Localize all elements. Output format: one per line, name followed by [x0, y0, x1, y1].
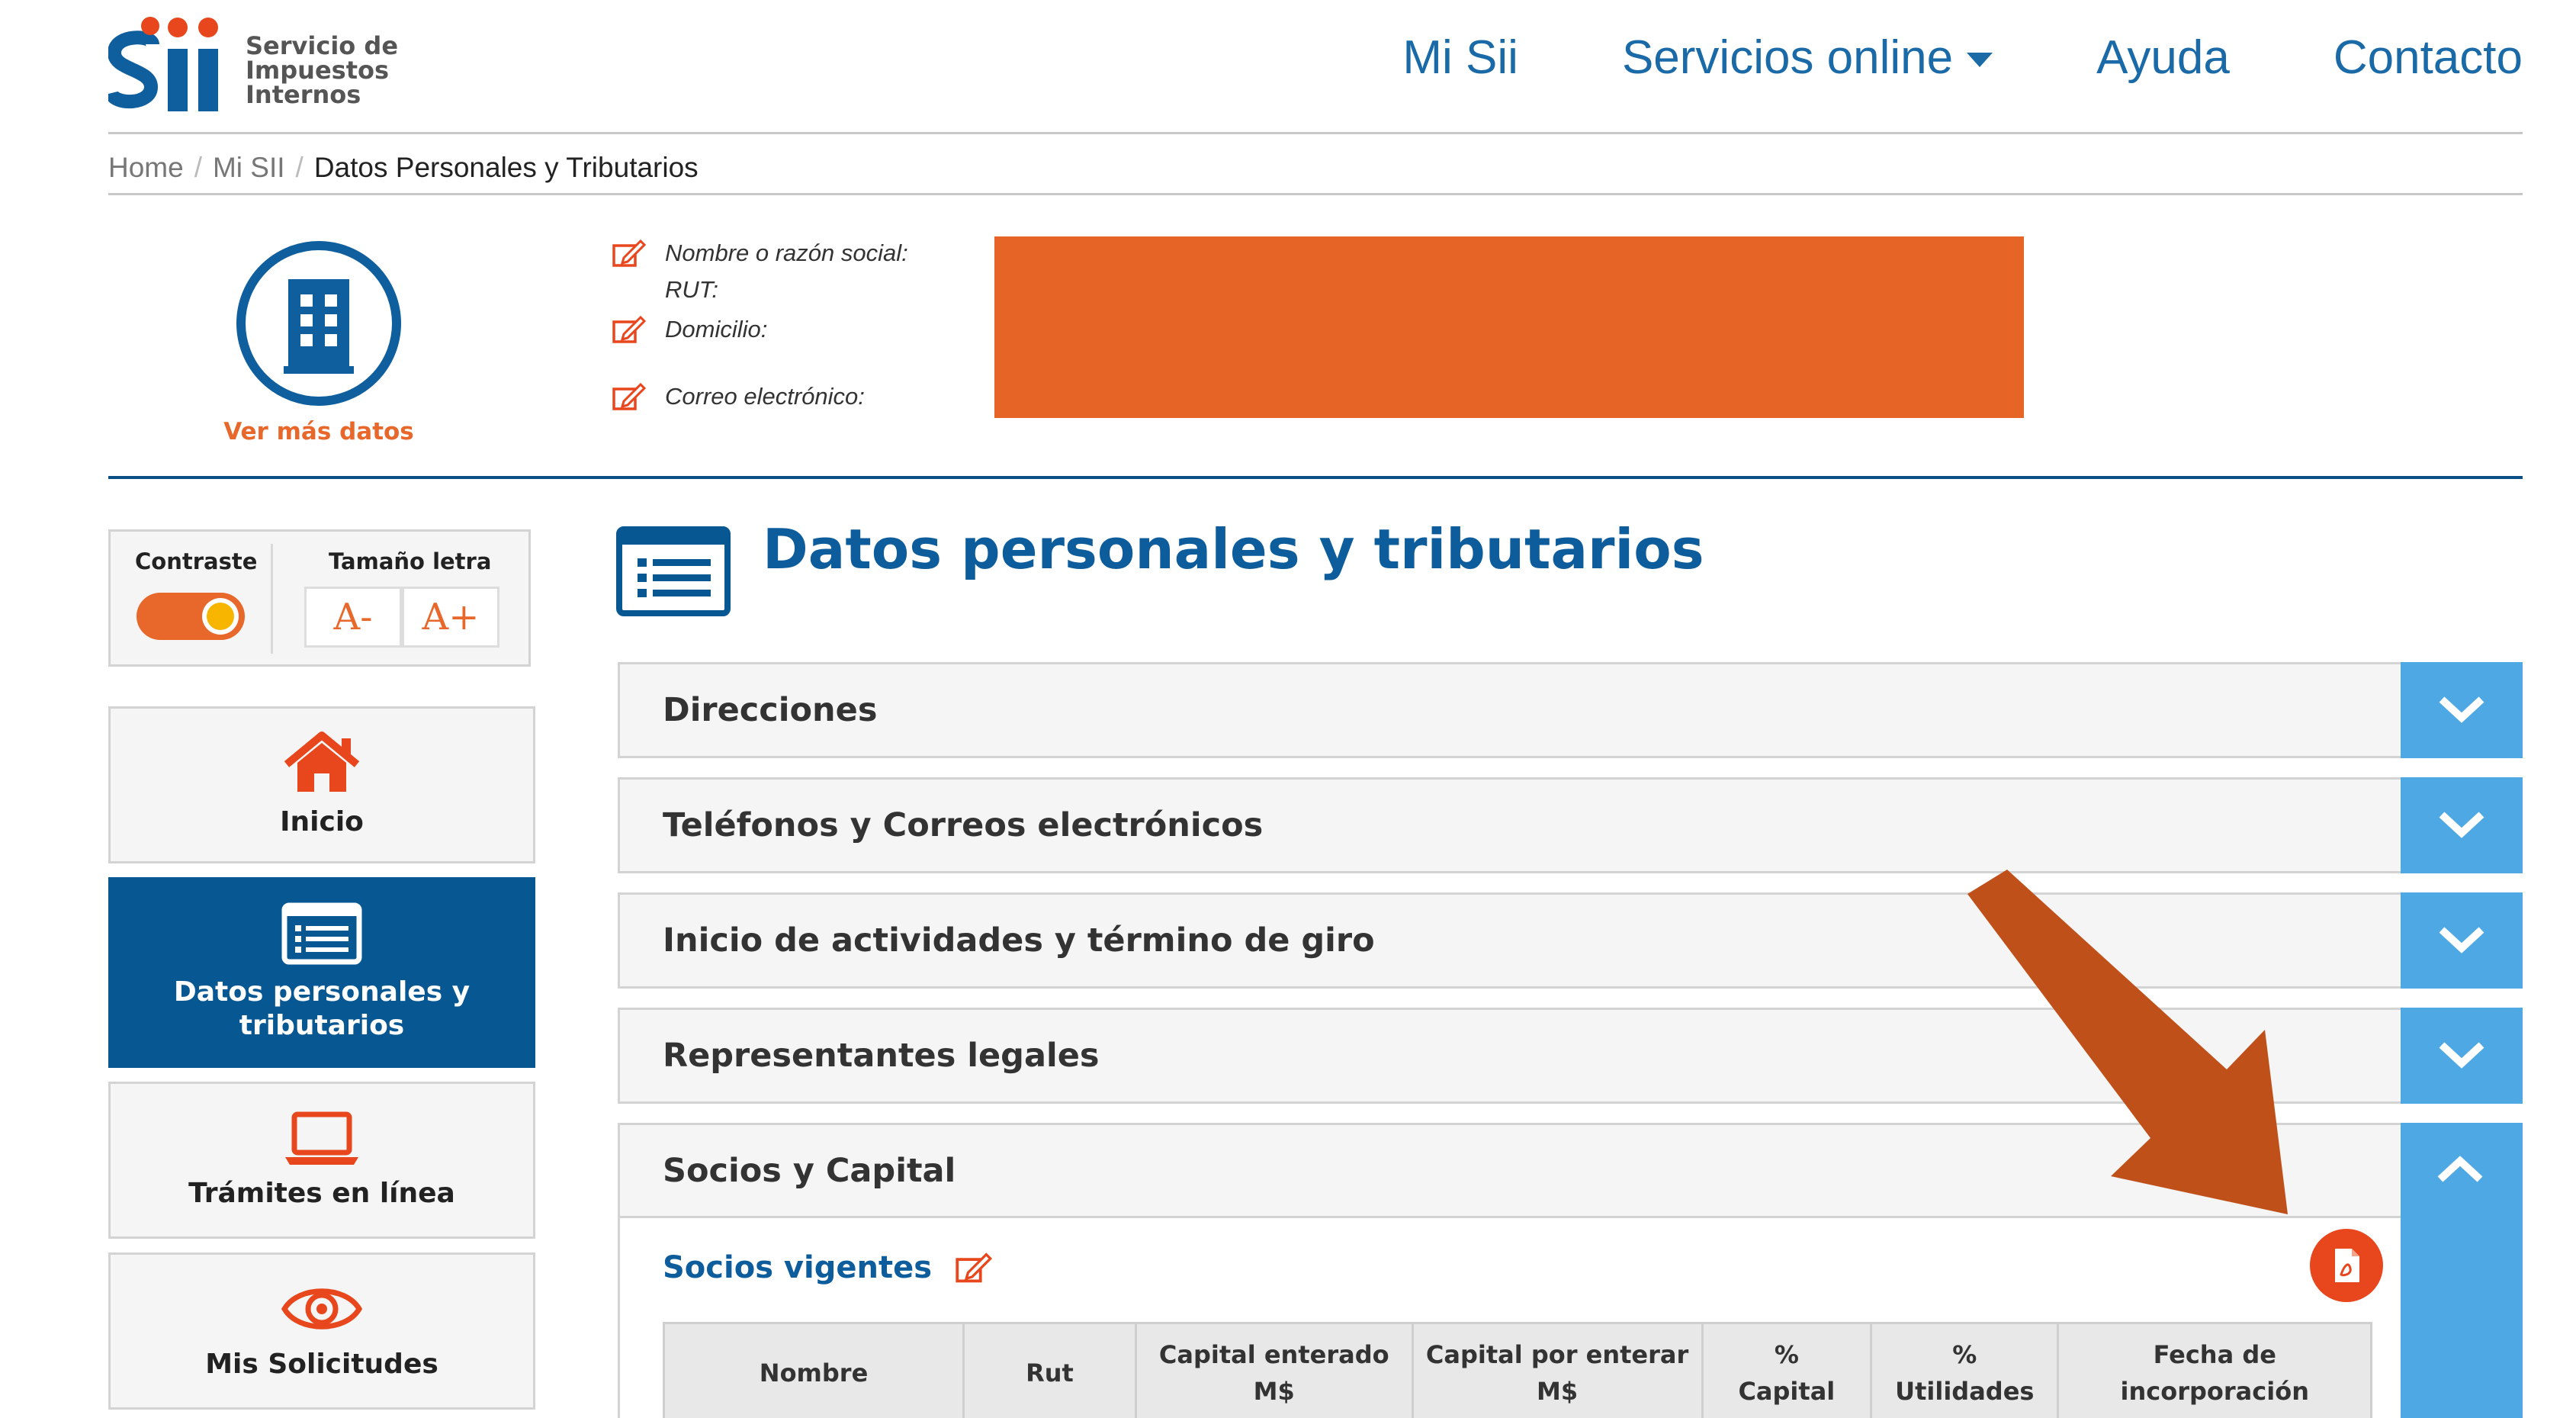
accordion-telefonos[interactable]: Teléfonos y Correos electrónicos: [618, 777, 2523, 873]
breadcrumb-current: Datos Personales y Tributarios: [313, 151, 699, 183]
edit-icon[interactable]: [612, 314, 647, 345]
chevron-down-icon[interactable]: [2401, 1008, 2523, 1104]
font-increase-button[interactable]: A+: [402, 587, 499, 648]
eye-icon: [281, 1288, 362, 1330]
accordion-direcciones[interactable]: Direcciones: [618, 662, 2523, 758]
column-header-fecha-incorporacion[interactable]: Fecha de incorporación: [2057, 1322, 2372, 1418]
column-header-capital-enterado[interactable]: Capital enterado M$: [1134, 1322, 1414, 1418]
logo-text: Servicio de Impuestos Internos: [246, 31, 399, 109]
chevron-down-icon[interactable]: [2401, 662, 2523, 758]
contrast-toggle[interactable]: [137, 593, 245, 640]
redacted-personal-data: [994, 236, 2024, 418]
breadcrumb-mi-sii[interactable]: Mi SII: [213, 152, 285, 184]
breadcrumb: Home / Mi SII / Datos Personales y Tribu…: [108, 142, 2523, 195]
edit-icon[interactable]: [955, 1251, 993, 1285]
toggle-knob: [202, 598, 239, 635]
column-header-pct-capital[interactable]: % Capital: [1701, 1322, 1873, 1418]
menu-item-solicitudes[interactable]: Mis Solicitudes: [108, 1252, 535, 1410]
column-header-capital-por-enterar[interactable]: Capital por enterar M$: [1411, 1322, 1704, 1418]
site-header: Servicio de Impuestos Internos Mi Sii Se…: [108, 0, 2523, 134]
table-header-row: Nombre Rut Capital enterado M$ Capital po…: [662, 1322, 2372, 1418]
nav-ayuda[interactable]: Ayuda: [2096, 31, 2230, 85]
sun-icon: [207, 603, 234, 630]
nav-servicios-online[interactable]: Servicios online: [1622, 31, 1993, 85]
nav-contacto[interactable]: Contacto: [2333, 31, 2523, 85]
divider: [271, 544, 273, 654]
menu-item-inicio[interactable]: Inicio: [108, 706, 535, 863]
font-decrease-button[interactable]: A-: [304, 587, 402, 648]
breadcrumb-home[interactable]: Home: [108, 152, 184, 184]
pdf-icon: [2335, 1249, 2359, 1282]
chevron-down-icon[interactable]: [2401, 777, 2523, 873]
list-icon: [281, 902, 362, 965]
caret-down-icon: [1967, 53, 1993, 67]
nav-mi-sii[interactable]: Mi Sii: [1402, 31, 1518, 85]
column-header-nombre[interactable]: Nombre: [662, 1322, 965, 1418]
field-correo: Correo electrónico:: [612, 381, 865, 412]
edit-icon[interactable]: [612, 238, 647, 268]
field-domicilio: Domicilio:: [612, 314, 767, 345]
profile-summary: Ver más datos Nombre o razón social: RUT…: [108, 198, 2523, 479]
edit-icon[interactable]: [612, 381, 647, 412]
column-header-rut[interactable]: Rut: [962, 1322, 1137, 1418]
chevron-down-icon[interactable]: [2401, 892, 2523, 989]
accessibility-controls: Contraste Tamaño letra A- A+: [108, 529, 531, 667]
sii-logo[interactable]: Servicio de Impuestos Internos: [108, 11, 429, 117]
chevron-up-icon[interactable]: [2436, 1153, 2484, 1184]
ver-mas-datos-link[interactable]: Ver más datos: [185, 418, 453, 445]
field-nombre: Nombre o razón social:: [612, 238, 908, 268]
font-size-label: Tamaño letra: [329, 548, 492, 574]
page-title: Datos personales y tributarios: [763, 517, 1704, 581]
home-icon: [284, 732, 360, 792]
breadcrumb-separator: /: [295, 151, 304, 183]
socios-vigentes-link[interactable]: Socios vigentes: [663, 1250, 993, 1285]
laptop-icon: [285, 1111, 358, 1165]
breadcrumb-separator: /: [194, 151, 202, 183]
menu-item-tramites[interactable]: Trámites en línea: [108, 1082, 535, 1239]
column-header-pct-utilidades[interactable]: % Utilidades: [1870, 1322, 2060, 1418]
menu-item-datos-personales[interactable]: Datos personales y tributarios: [108, 877, 535, 1068]
field-rut: RUT:: [665, 276, 719, 303]
building-icon[interactable]: [236, 241, 401, 406]
socios-table: Nombre Rut Capital enterado M$ Capital po…: [662, 1322, 2372, 1418]
contrast-label: Contraste: [135, 548, 258, 574]
main-nav: Mi Sii Servicios online Ayuda Contacto: [1299, 31, 2523, 85]
accordion-side-bar[interactable]: [2401, 1123, 2523, 1418]
pdf-download-button[interactable]: [2310, 1229, 2383, 1302]
list-icon: [616, 526, 731, 616]
annotation-arrow: [1967, 870, 2288, 1214]
